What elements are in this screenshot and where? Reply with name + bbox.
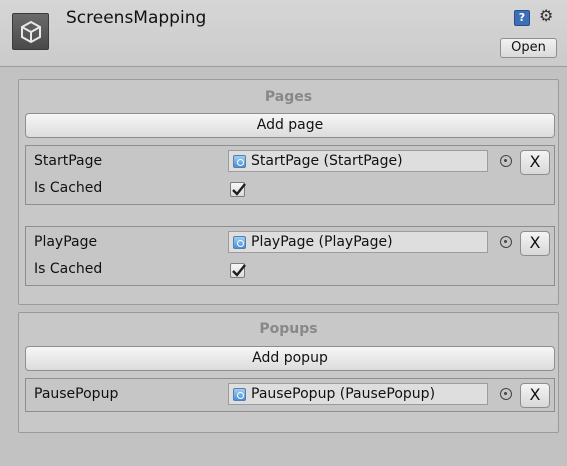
popup-object-value: PausePopup (PausePopup) — [251, 386, 436, 402]
open-button[interactable]: Open — [500, 38, 557, 58]
gear-icon[interactable]: ⚙ — [539, 6, 553, 25]
page-object-value: StartPage (StartPage) — [251, 153, 403, 169]
object-picker-icon[interactable] — [500, 236, 512, 248]
popup-name-label: PausePopup — [34, 386, 119, 402]
help-icon[interactable]: ? — [514, 10, 530, 26]
page-name-label: StartPage — [34, 153, 103, 169]
pages-title: Pages — [264, 89, 313, 105]
page-item-play: PlayPage PlayPage (PlayPage) X Is Cached — [25, 226, 555, 286]
page-name-label: PlayPage — [34, 234, 98, 250]
popups-section: Popups Add popup PausePopup PausePopup (… — [18, 312, 559, 433]
checkmark-icon — [232, 183, 246, 196]
pages-section: Pages Add page StartPage StartPage (Star… — [18, 79, 559, 305]
page-object-field[interactable]: StartPage (StartPage) — [228, 150, 488, 172]
add-popup-button[interactable]: Add popup — [25, 346, 555, 371]
page-object-value: PlayPage (PlayPage) — [251, 234, 393, 250]
is-cached-checkbox[interactable] — [230, 182, 246, 197]
add-page-button[interactable]: Add page — [25, 113, 555, 138]
remove-page-button[interactable]: X — [520, 150, 550, 175]
popup-item-pause: PausePopup PausePopup (PausePopup) X — [25, 378, 555, 412]
is-cached-label: Is Cached — [34, 180, 103, 196]
page-item-start: StartPage StartPage (StartPage) X Is Cac… — [25, 145, 555, 205]
is-cached-checkbox[interactable] — [230, 263, 246, 278]
popups-title: Popups — [259, 321, 318, 337]
object-picker-icon[interactable] — [500, 155, 512, 167]
script-object-icon — [233, 236, 246, 249]
page-object-field[interactable]: PlayPage (PlayPage) — [228, 231, 488, 253]
checkmark-icon — [232, 264, 246, 277]
component-title: ScreensMapping — [66, 8, 207, 28]
remove-page-button[interactable]: X — [520, 231, 550, 256]
script-object-icon — [233, 155, 246, 168]
popup-object-field[interactable]: PausePopup (PausePopup) — [228, 383, 488, 405]
remove-popup-button[interactable]: X — [520, 383, 550, 408]
is-cached-label: Is Cached — [34, 261, 103, 277]
unity-logo-icon — [12, 13, 49, 50]
inspector-header: ScreensMapping ? ⚙ Open — [0, 0, 567, 67]
object-picker-icon[interactable] — [500, 388, 512, 400]
script-object-icon — [233, 388, 246, 401]
